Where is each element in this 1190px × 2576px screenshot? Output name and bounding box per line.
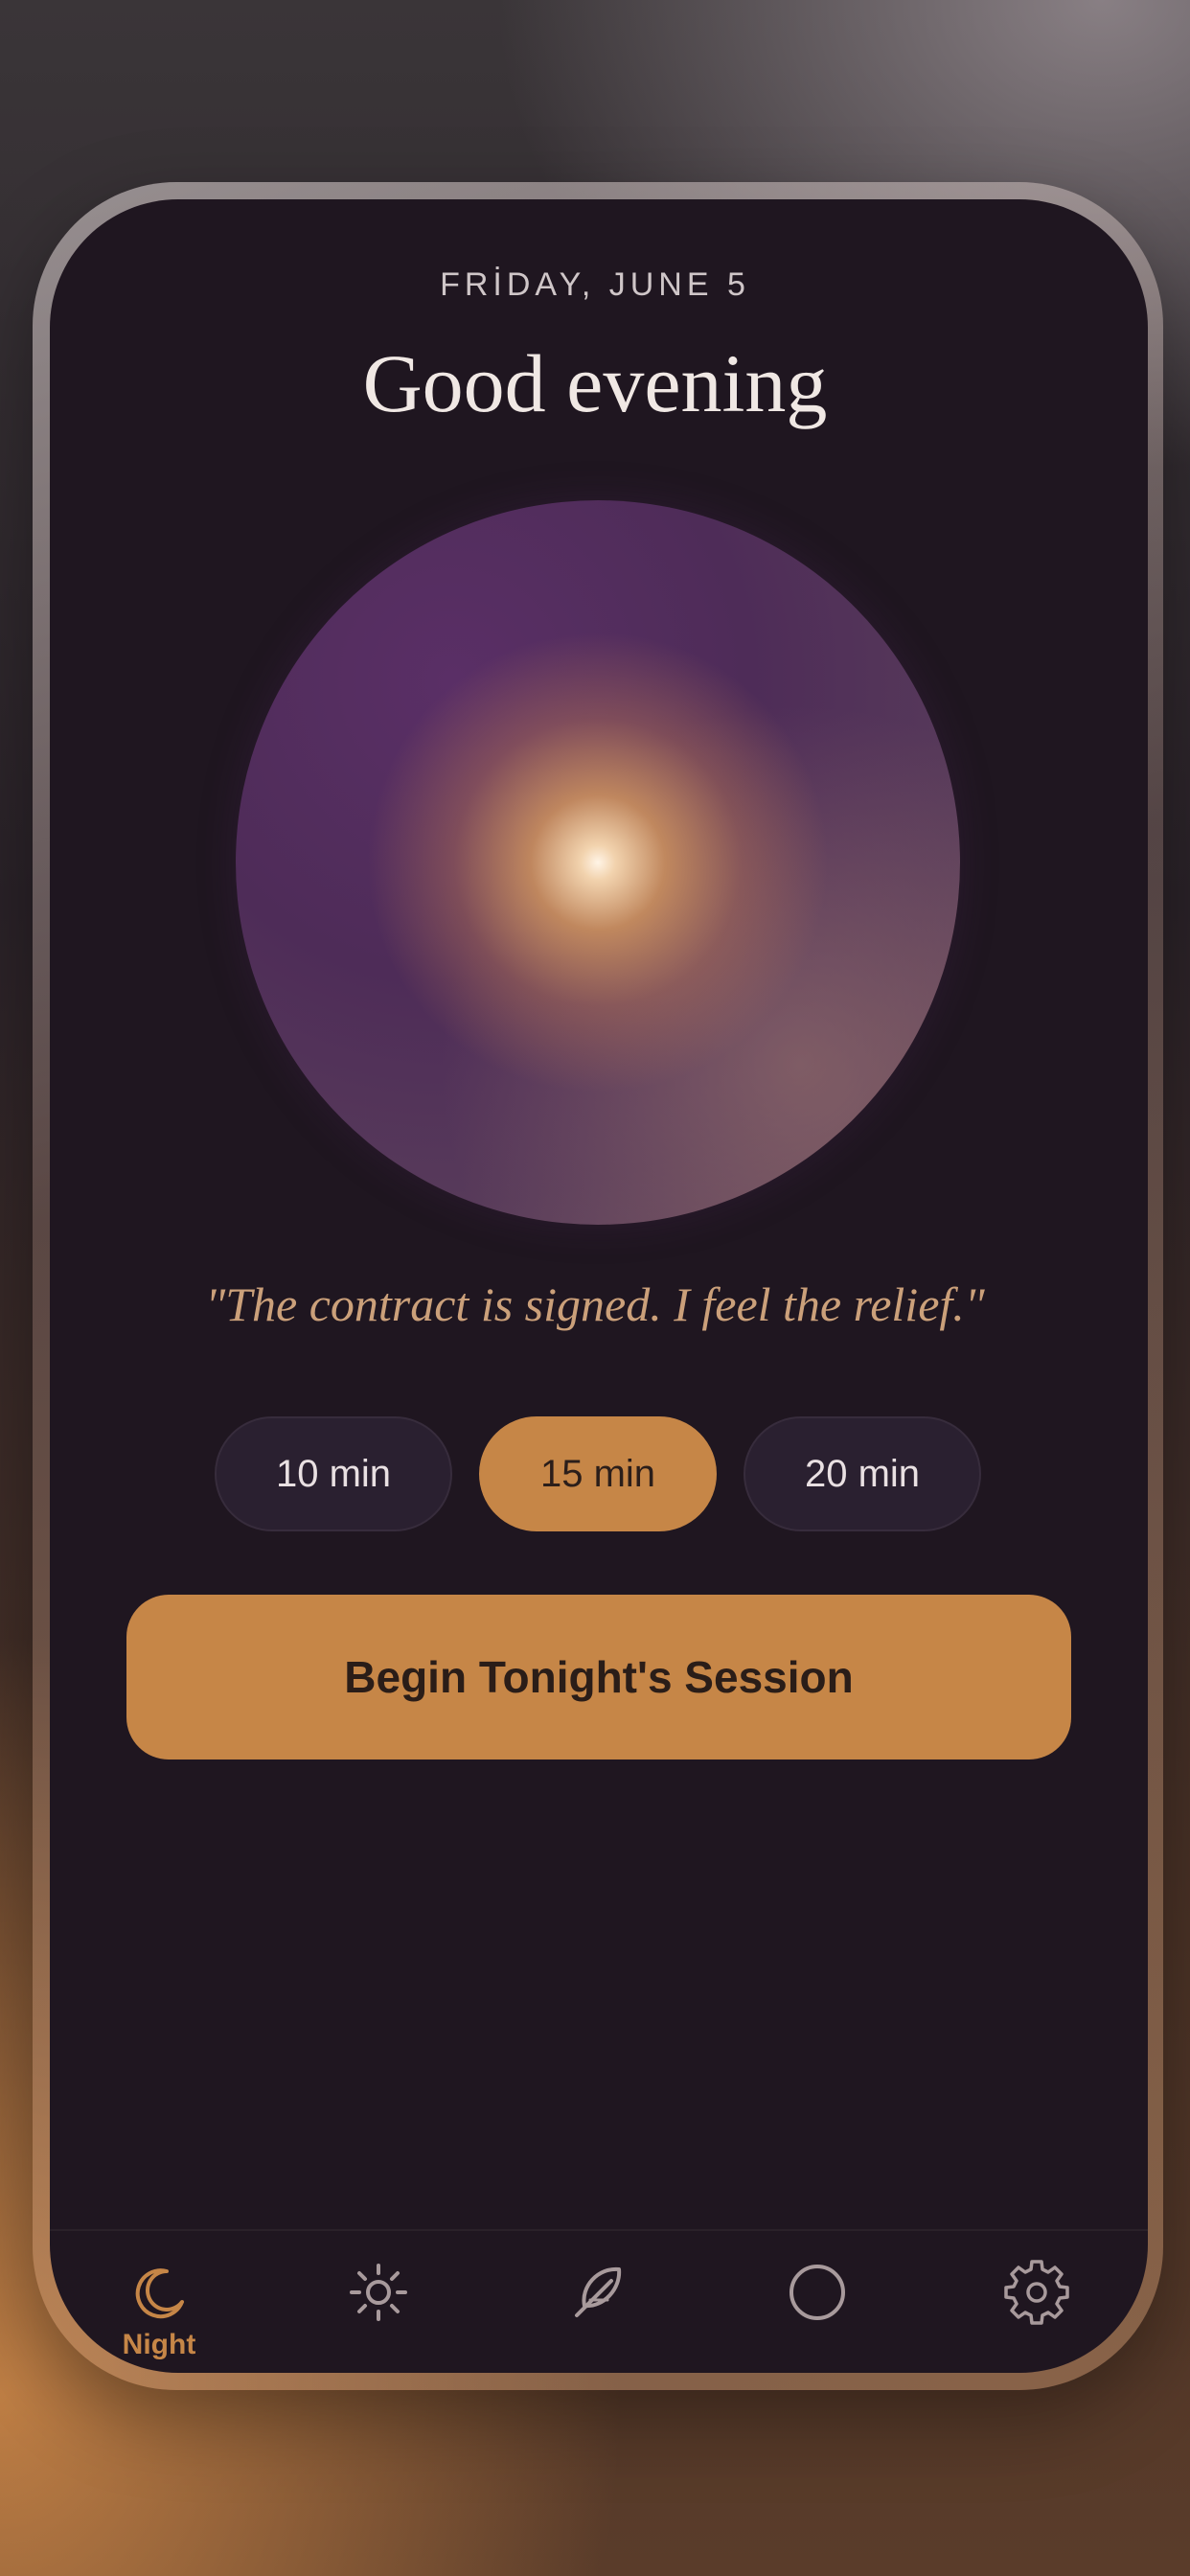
- circle-icon: [790, 2265, 845, 2320]
- tab-sun[interactable]: [302, 2258, 455, 2363]
- duration-option-10[interactable]: 10 min: [215, 1416, 452, 1531]
- duration-selector: 10 min 15 min 20 min: [215, 1416, 981, 1531]
- greeting-title: Good evening: [362, 337, 828, 429]
- gear-icon: [1004, 2260, 1069, 2325]
- date-label: FRİDAY, JUNE 5: [440, 266, 750, 303]
- duration-option-20[interactable]: 20 min: [744, 1416, 981, 1531]
- tab-settings[interactable]: [960, 2258, 1113, 2363]
- tab-circle[interactable]: [741, 2258, 894, 2363]
- tab-night-label: Night: [122, 2329, 196, 2360]
- feather-icon: [575, 2266, 622, 2317]
- duration-option-15[interactable]: 15 min: [479, 1416, 717, 1531]
- bottom-tab-bar: Night: [50, 2229, 1148, 2375]
- meditation-orb: [236, 500, 960, 1225]
- tab-journal[interactable]: [521, 2258, 675, 2363]
- begin-session-button[interactable]: Begin Tonight's Session: [126, 1595, 1071, 1760]
- tab-night[interactable]: Night: [82, 2258, 236, 2363]
- moon-icon: [135, 2268, 184, 2319]
- intention-quote: "The contract is signed. I feel the reli…: [205, 1277, 985, 1331]
- sun-icon: [350, 2264, 407, 2321]
